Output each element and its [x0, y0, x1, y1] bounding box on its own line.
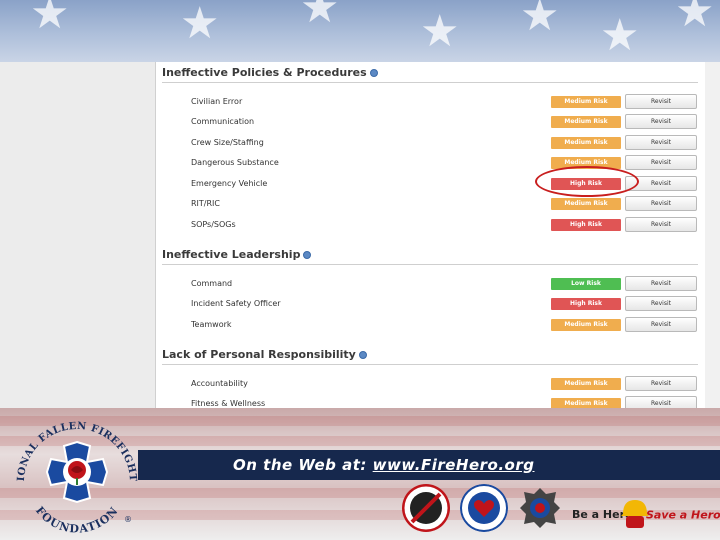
svg-text:FOUNDATION: FOUNDATION — [33, 504, 121, 536]
info-icon[interactable] — [303, 251, 312, 259]
row-label: Fitness & Wellness — [191, 399, 266, 408]
section-title-text: Ineffective Leadership — [162, 248, 301, 261]
revisit-button[interactable]: Revisit — [625, 155, 697, 170]
star-icon: ★ — [600, 10, 640, 61]
left-panel — [0, 62, 156, 408]
list-item: Incident Safety Officer High Risk Revisi… — [157, 296, 705, 314]
revisit-button[interactable]: Revisit — [625, 396, 697, 408]
revisit-button[interactable]: Revisit — [625, 317, 697, 332]
star-icon: ★ — [520, 0, 560, 41]
revisit-button[interactable]: Revisit — [625, 217, 697, 232]
row-label: SOPs/SOGs — [191, 220, 236, 229]
list-item: SOPs/SOGs High Risk Revisit — [157, 217, 705, 235]
risk-badge: Medium Risk — [551, 116, 621, 128]
section-title-text: Ineffective Policies & Procedures — [162, 66, 367, 79]
section-title: Ineffective Leadership — [162, 248, 312, 261]
star-icon: ★ — [420, 6, 460, 57]
risk-badge: High Risk — [551, 219, 621, 231]
row-label: Accountability — [191, 379, 248, 388]
nfff-logo: NATIONAL FALLEN FIREFIGHTERS FOUNDATION … — [12, 412, 138, 536]
highlight-ring — [535, 166, 639, 197]
row-label: Emergency Vehicle — [191, 179, 268, 188]
web-link[interactable]: www.FireHero.org — [373, 456, 535, 474]
web-prefix: On the Web at: — [233, 456, 373, 474]
star-icon: ★ — [30, 0, 70, 39]
divider — [162, 264, 698, 265]
list-item: Civilian Error Medium Risk Revisit — [157, 94, 705, 112]
risk-badge: Medium Risk — [551, 378, 621, 390]
list-item: Communication Medium Risk Revisit — [157, 114, 705, 132]
section-title: Ineffective Policies & Procedures — [162, 66, 378, 79]
revisit-button[interactable]: Revisit — [625, 276, 697, 291]
row-label: Communication — [191, 117, 255, 126]
revisit-button[interactable]: Revisit — [625, 376, 697, 391]
list-item: Crew Size/Staffing Medium Risk Revisit — [157, 135, 705, 153]
web-text: On the Web at: www.FireHero.org — [233, 456, 534, 474]
revisit-button[interactable]: Revisit — [625, 114, 697, 129]
risk-badge: Medium Risk — [551, 398, 621, 408]
row-label: RIT/RIC — [191, 199, 221, 208]
row-label: Civilian Error — [191, 97, 243, 106]
revisit-button[interactable]: Revisit — [625, 296, 697, 311]
row-label: Crew Size/Staffing — [191, 138, 264, 147]
revisit-button[interactable]: Revisit — [625, 196, 697, 211]
revisit-button[interactable]: Revisit — [625, 94, 697, 109]
revisit-button[interactable]: Revisit — [625, 135, 697, 150]
risk-badge: Low Risk — [551, 278, 621, 290]
logo-text-bottom: FOUNDATION — [33, 504, 120, 536]
risk-assessment-panel: Ineffective Policies & Procedures Civili… — [157, 62, 705, 408]
info-icon[interactable] — [358, 351, 367, 359]
partner-logo-1 — [402, 484, 450, 532]
divider — [162, 364, 698, 365]
risk-badge: Medium Risk — [551, 198, 621, 210]
star-icon: ★ — [180, 0, 220, 49]
risk-badge: Medium Risk — [551, 319, 621, 331]
partner-logo-2 — [460, 484, 508, 532]
star-icon: ★ — [675, 0, 715, 37]
list-item: Fitness & Wellness Medium Risk Revisit — [157, 396, 705, 408]
registered-mark: ® — [124, 515, 132, 524]
divider — [162, 82, 698, 83]
list-item: Teamwork Medium Risk Revisit — [157, 317, 705, 335]
row-label: Teamwork — [191, 320, 232, 329]
web-bar: On the Web at: www.FireHero.org — [138, 450, 720, 480]
row-label: Command — [191, 279, 233, 288]
save-a-hero-label: Save a Hero — [646, 508, 720, 522]
section-title: Lack of Personal Responsibility — [162, 348, 367, 361]
save-a-hero-text: Save a Hero® — [646, 508, 720, 522]
partner-logo-3 — [520, 488, 560, 528]
section-title-text: Lack of Personal Responsibility — [162, 348, 356, 361]
info-icon[interactable] — [369, 69, 378, 77]
list-item: Accountability Medium Risk Revisit — [157, 376, 705, 394]
flag-banner: ★ ★ ★ ★ ★ ★ ★ — [0, 0, 720, 62]
row-label: Incident Safety Officer — [191, 299, 281, 308]
row-label: Dangerous Substance — [191, 158, 279, 167]
risk-badge: Medium Risk — [551, 137, 621, 149]
right-panel — [705, 62, 720, 408]
risk-badge: High Risk — [551, 298, 621, 310]
risk-badge: Medium Risk — [551, 96, 621, 108]
footer-banner: On the Web at: www.FireHero.org NATIONAL… — [0, 408, 720, 540]
star-icon: ★ — [300, 0, 340, 33]
list-item: Command Low Risk Revisit — [157, 276, 705, 294]
list-item: RIT/RIC Medium Risk Revisit — [157, 196, 705, 214]
